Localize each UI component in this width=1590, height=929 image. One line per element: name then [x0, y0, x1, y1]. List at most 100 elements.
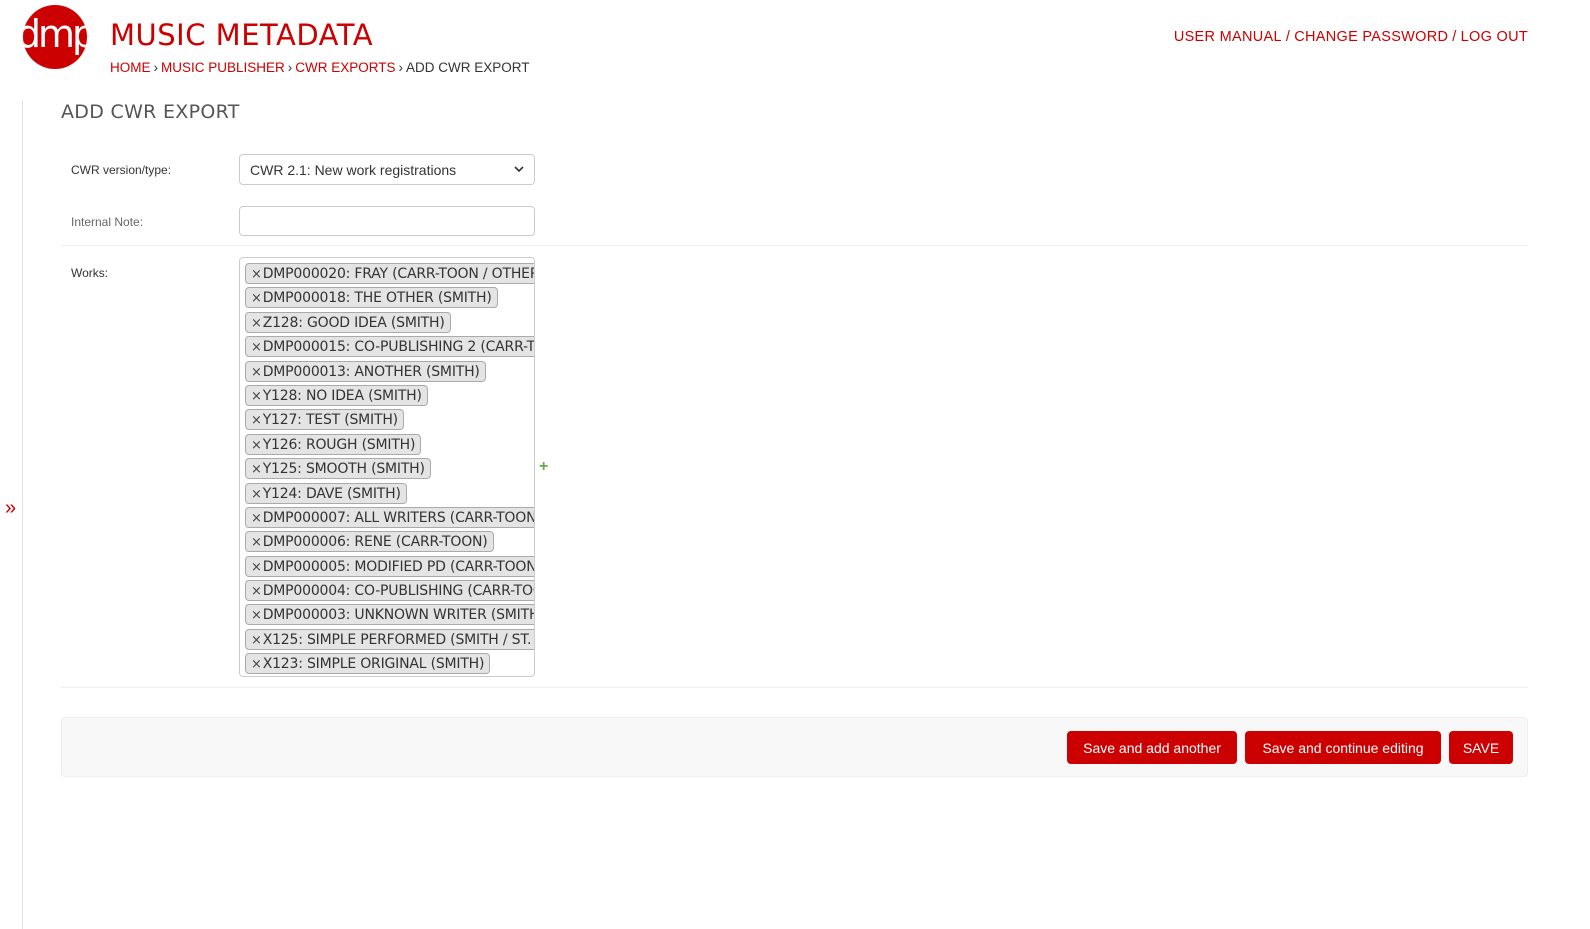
- work-chip-row: ×DMP000005: MODIFIED PD (CARR-TOON): [245, 553, 534, 577]
- logo-text: dmp: [23, 12, 87, 56]
- work-chip[interactable]: ×DMP000007: ALL WRITERS (CARR-TOON / OTH…: [245, 506, 535, 528]
- work-chip-row: ×X123: SIMPLE ORIGINAL (SMITH): [245, 650, 534, 675]
- change-password-link[interactable]: CHANGE PASSWORD: [1294, 29, 1448, 45]
- work-chip-row: ×Y126: ROUGH (SMITH): [245, 431, 534, 455]
- save-and-continue-button[interactable]: Save and continue editing: [1245, 731, 1441, 764]
- sidebar-border: [22, 100, 23, 929]
- work-chip[interactable]: ×DMP000004: CO-PUBLISHING (CARR-TOON): [245, 580, 535, 602]
- chevron-down-icon: [514, 164, 524, 176]
- breadcrumb: HOME › MUSIC PUBLISHER › CWR EXPORTS › ADD CWR…: [110, 60, 530, 75]
- add-work-plus-icon[interactable]: +: [539, 458, 548, 476]
- work-chip[interactable]: ×DMP000003: UNKNOWN WRITER (SMITH): [245, 604, 535, 626]
- work-chip-label: DMP000003: UNKNOWN WRITER (SMITH): [262, 607, 535, 624]
- work-chip-row: ×Z128: GOOD IDEA (SMITH): [245, 309, 534, 333]
- remove-chip-icon[interactable]: ×: [251, 340, 262, 355]
- save-button[interactable]: SAVE: [1449, 731, 1513, 764]
- work-chip-row: ×DMP000013: ANOTHER (SMITH): [245, 358, 534, 382]
- work-chip[interactable]: ×DMP000020: FRAY (CARR-TOON / OTHER): [245, 263, 535, 284]
- work-chip[interactable]: ×DMP000005: MODIFIED PD (CARR-TOON): [245, 555, 535, 577]
- row-divider: [61, 245, 1528, 246]
- submit-row: Save and add another Save and continue e…: [61, 717, 1528, 777]
- user-manual-link[interactable]: USER MANUAL: [1174, 29, 1282, 45]
- work-chip-row: ×DMP000007: ALL WRITERS (CARR-TOON / OTH…: [245, 504, 534, 528]
- remove-chip-icon[interactable]: ×: [251, 511, 262, 526]
- work-chip-label: DMP000005: MODIFIED PD (CARR-TOON): [262, 558, 535, 575]
- remove-chip-icon[interactable]: ×: [251, 291, 262, 306]
- nav-sidebar-toggle-icon[interactable]: »: [5, 497, 16, 520]
- works-multiselect[interactable]: ×DMP000020: FRAY (CARR-TOON / OTHER) ×DMP…: [239, 257, 535, 677]
- work-chip[interactable]: ×DMP000018: THE OTHER (SMITH): [245, 287, 498, 309]
- remove-chip-icon[interactable]: ×: [251, 584, 262, 599]
- remove-chip-icon[interactable]: ×: [251, 413, 262, 428]
- work-chip-label: Y125: SMOOTH (SMITH): [262, 461, 425, 478]
- remove-chip-icon[interactable]: ×: [251, 462, 262, 477]
- save-and-add-another-button[interactable]: Save and add another: [1067, 731, 1237, 764]
- work-chip-label: DMP000006: RENE (CARR-TOON): [262, 534, 488, 551]
- breadcrumb-current: ADD CWR EXPORT: [406, 60, 530, 75]
- work-chip-row: ×DMP000003: UNKNOWN WRITER (SMITH): [245, 601, 535, 626]
- work-chip-row: ×DMP000006: RENE (CARR-TOON): [245, 528, 534, 553]
- remove-chip-icon[interactable]: ×: [251, 535, 262, 550]
- work-chip[interactable]: ×Z128: GOOD IDEA (SMITH): [245, 311, 451, 333]
- site-logo[interactable]: dmp: [23, 5, 87, 69]
- work-chip-label: DMP000013: ANOTHER (SMITH): [262, 363, 480, 380]
- user-tools: USER MANUAL / CHANGE PASSWORD / LOG OUT: [1174, 29, 1528, 45]
- work-chip-row: ×Y124: DAVE (SMITH): [245, 480, 534, 504]
- work-chip[interactable]: ×DMP000006: RENE (CARR-TOON): [245, 531, 494, 553]
- breadcrumb-separator: ›: [398, 60, 404, 75]
- work-chip-row: ×DMP000018: THE OTHER (SMITH): [245, 284, 534, 309]
- breadcrumb-music-publisher[interactable]: MUSIC PUBLISHER: [161, 60, 285, 75]
- work-chip-label: Y128: NO IDEA (SMITH): [262, 387, 422, 404]
- work-chip[interactable]: ×X123: SIMPLE ORIGINAL (SMITH): [245, 653, 491, 675]
- remove-chip-icon[interactable]: ×: [251, 389, 262, 404]
- site-title[interactable]: MUSIC METADATA: [110, 18, 373, 52]
- work-chip-label: Y124: DAVE (SMITH): [262, 485, 401, 502]
- work-chip-row: ×DMP000020: FRAY (CARR-TOON / OTHER): [245, 260, 534, 284]
- remove-chip-icon[interactable]: ×: [251, 633, 262, 648]
- work-chip-label: Y127: TEST (SMITH): [262, 412, 398, 429]
- work-chip[interactable]: ×X125: SIMPLE PERFORMED (SMITH / ST. JOH…: [245, 628, 534, 650]
- breadcrumb-separator: ›: [153, 60, 159, 75]
- work-chip-label: DMP000020: FRAY (CARR-TOON / OTHER): [262, 266, 535, 282]
- internal-note-input[interactable]: [239, 206, 535, 236]
- log-out-link[interactable]: LOG OUT: [1461, 29, 1528, 45]
- page-title: ADD CWR EXPORT: [61, 101, 240, 123]
- usertools-separator: /: [1452, 29, 1457, 45]
- work-chip-label: DMP000004: CO-PUBLISHING (CARR-TOON): [262, 583, 535, 600]
- work-chip-label: Z128: GOOD IDEA (SMITH): [262, 314, 445, 331]
- version-label: CWR version/type:: [71, 163, 172, 177]
- work-chip-row: ×Y125: SMOOTH (SMITH): [245, 455, 534, 480]
- work-chip[interactable]: ×Y128: NO IDEA (SMITH): [245, 384, 428, 406]
- remove-chip-icon[interactable]: ×: [251, 560, 262, 575]
- work-chip-row: ×X125: SIMPLE PERFORMED (SMITH / ST. JOH…: [245, 626, 534, 650]
- cwr-version-value: CWR 2.1: New work registrations: [250, 161, 457, 178]
- work-chip-label: DMP000018: THE OTHER (SMITH): [262, 290, 492, 307]
- work-chip-row: ×Y128: NO IDEA (SMITH): [245, 382, 534, 406]
- remove-chip-icon[interactable]: ×: [251, 608, 262, 623]
- breadcrumb-home[interactable]: HOME: [110, 60, 151, 75]
- remove-chip-icon[interactable]: ×: [251, 316, 262, 331]
- work-chip[interactable]: ×DMP000015: CO-PUBLISHING 2 (CARR-TOON): [245, 336, 534, 358]
- work-chip-row: ×Y127: TEST (SMITH): [245, 406, 534, 431]
- work-chip-label: X123: SIMPLE ORIGINAL (SMITH): [262, 656, 485, 673]
- work-chip-row: ×DMP000015: CO-PUBLISHING 2 (CARR-TOON): [245, 333, 534, 358]
- remove-chip-icon[interactable]: ×: [251, 438, 262, 453]
- work-chip-label: DMP000007: ALL WRITERS (CARR-TOON / OTHE…: [262, 509, 535, 526]
- breadcrumb-cwr-exports[interactable]: CWR EXPORTS: [295, 60, 395, 75]
- work-chip-row: ×DMP000004: CO-PUBLISHING (CARR-TOON): [245, 577, 535, 602]
- work-chip[interactable]: ×DMP000013: ANOTHER (SMITH): [245, 360, 486, 382]
- work-chip[interactable]: ×Y126: ROUGH (SMITH): [245, 433, 422, 455]
- remove-chip-icon[interactable]: ×: [251, 487, 262, 502]
- remove-chip-icon[interactable]: ×: [251, 267, 262, 282]
- work-chip-label: X125: SIMPLE PERFORMED (SMITH / ST. JOHN…: [262, 631, 534, 648]
- remove-chip-icon[interactable]: ×: [251, 657, 262, 672]
- works-label: Works:: [71, 266, 109, 280]
- work-chip[interactable]: ×Y125: SMOOTH (SMITH): [245, 458, 431, 480]
- work-chip[interactable]: ×Y127: TEST (SMITH): [245, 409, 404, 431]
- remove-chip-icon[interactable]: ×: [251, 365, 262, 380]
- work-chip[interactable]: ×Y124: DAVE (SMITH): [245, 482, 407, 504]
- breadcrumb-separator: ›: [287, 60, 293, 75]
- row-divider: [61, 687, 1528, 688]
- usertools-separator: /: [1285, 29, 1291, 45]
- cwr-version-select[interactable]: CWR 2.1: New work registrations: [239, 154, 535, 185]
